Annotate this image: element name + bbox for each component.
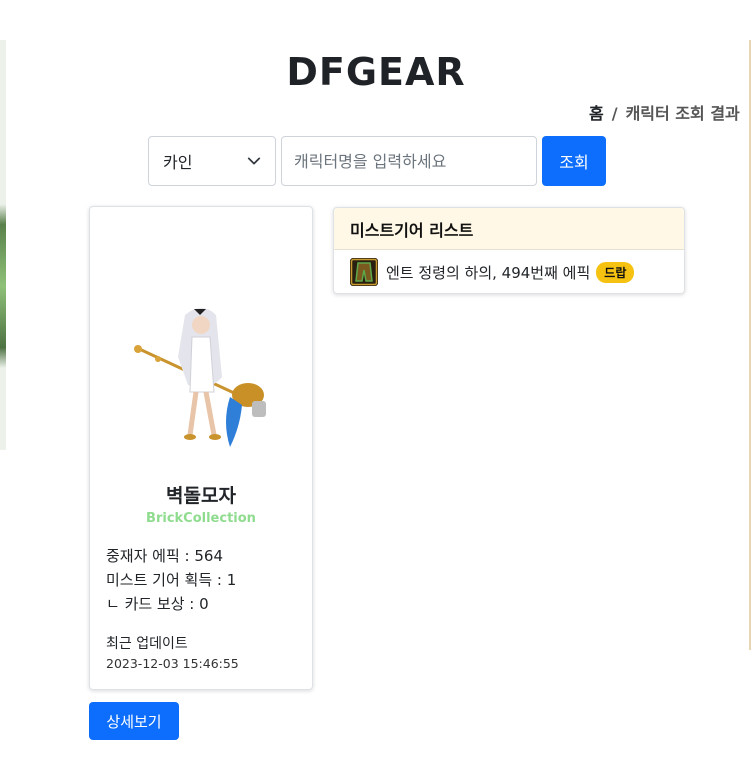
character-guild: BrickCollection [146,511,256,526]
stat-card-reward: ㄴ 카드 보상 : 0 [106,595,209,613]
character-stats: 중재자 에픽 : 564 미스트 기어 획득 : 1 ㄴ 카드 보상 : 0 [106,544,236,616]
breadcrumb-current: 캐릭터 조회 결과 [625,104,740,123]
detail-button[interactable]: 상세보기 [89,702,179,740]
character-card: 벽돌모자 BrickCollection 중재자 에픽 : 564 미스트 기어… [89,206,313,690]
background-border [749,40,751,650]
mist-gear-list: 미스트기어 리스트 엔트 정령의 하의, 494번째 에픽 드랍 [333,207,685,294]
item-pants-icon [350,258,378,286]
updated-label: 최근 업데이트 [106,636,188,652]
chevron-down-icon [247,157,261,165]
server-select-value: 카인 [163,153,193,172]
updated-time: 2023-12-03 15:46:55 [106,656,239,671]
drop-badge: 드랍 [596,261,635,283]
stat-epic-count: 중재자 에픽 : 564 [106,547,223,565]
mist-gear-list-title: 미스트기어 리스트 [334,208,684,250]
search-button[interactable]: 조회 [542,136,606,186]
character-avatar [134,308,266,447]
character-name-input[interactable] [281,136,537,186]
server-select[interactable]: 카인 [148,136,276,186]
background-image-strip [0,40,6,450]
item-name: 엔트 정령의 하의, 494번째 에픽 [386,263,591,282]
breadcrumb: 홈 / 캐릭터 조회 결과 [589,100,740,124]
site-logo[interactable]: DFGEAR [0,50,752,94]
breadcrumb-home[interactable]: 홈 [589,104,604,123]
list-item[interactable]: 엔트 정령의 하의, 494번째 에픽 드랍 [334,250,684,293]
breadcrumb-separator: / [611,104,618,123]
character-name: 벽돌모자 [166,485,236,507]
stat-mist-gear-count: 미스트 기어 획득 : 1 [106,571,237,589]
